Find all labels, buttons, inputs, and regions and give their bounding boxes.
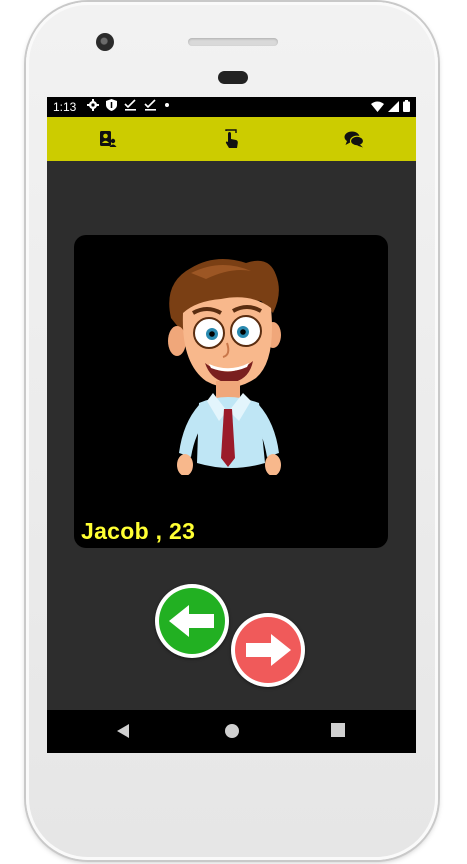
profile-card-icon [100, 131, 117, 147]
wifi-icon [371, 101, 384, 112]
profile-card[interactable]: Jacob , 23 [74, 235, 388, 548]
check-icon [144, 99, 156, 111]
top-toolbar [47, 117, 416, 161]
gear-icon [87, 99, 99, 111]
status-bar: 1:13 [47, 97, 416, 117]
status-time: 1:13 [53, 100, 77, 114]
tap-hand-icon [225, 129, 238, 148]
like-button[interactable] [231, 613, 305, 687]
right-arrow-icon [246, 634, 291, 666]
proximity-sensor [218, 71, 248, 84]
system-nav-bar [47, 710, 416, 753]
like-button-face [235, 617, 301, 683]
tab-swipe[interactable] [220, 128, 242, 150]
check-icon [124, 99, 136, 111]
app-screen: 1:13 Jacob , 23 [47, 97, 416, 753]
dot-icon [165, 103, 169, 107]
signal-icon [388, 100, 399, 112]
reject-button[interactable] [155, 584, 229, 658]
tab-chat[interactable] [343, 128, 365, 150]
left-arrow-icon [169, 605, 214, 637]
front-camera [96, 33, 114, 51]
shield-icon [106, 99, 117, 111]
tab-profile[interactable] [97, 128, 119, 150]
recents-icon[interactable] [331, 723, 345, 737]
reject-button-face [159, 588, 225, 654]
home-icon[interactable] [224, 723, 240, 739]
battery-icon [403, 100, 410, 112]
earpiece-speaker [188, 38, 278, 46]
back-icon[interactable] [116, 723, 130, 739]
chat-bubbles-icon [344, 131, 364, 148]
profile-avatar [168, 259, 281, 475]
profile-name-age: Jacob , 23 [81, 518, 196, 544]
